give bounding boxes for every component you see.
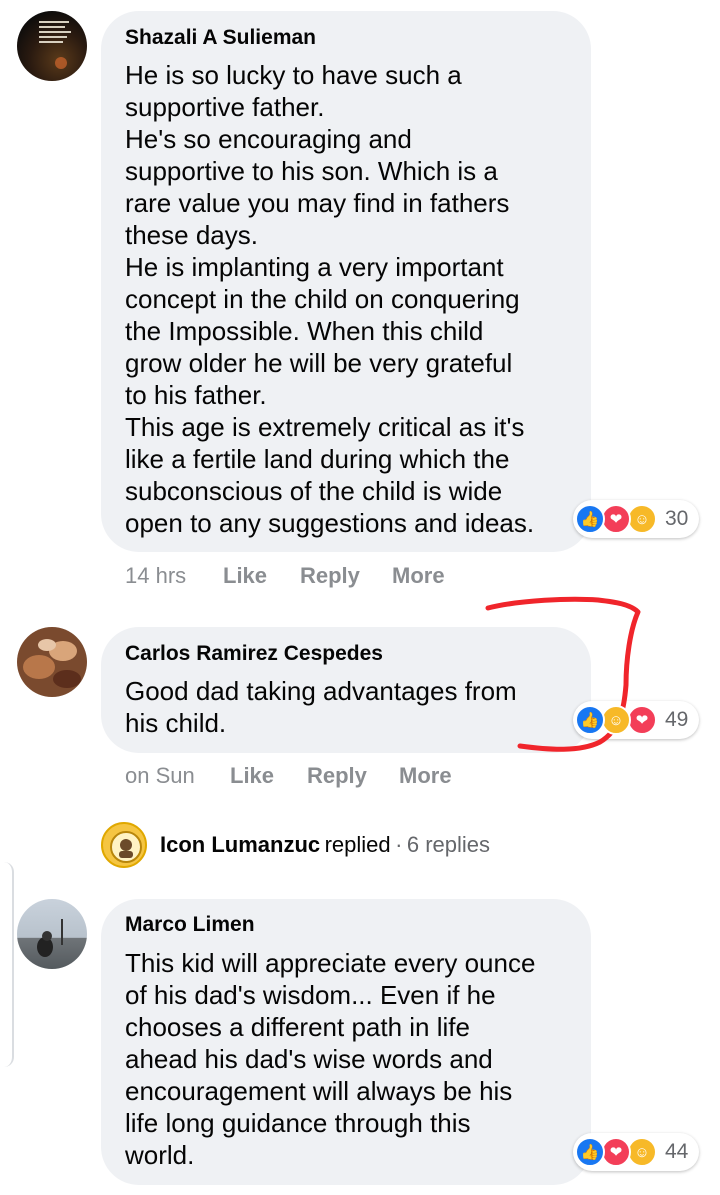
comment-body: This kid will appreciate every ounce of … — [125, 947, 535, 1171]
reaction-summary[interactable]: 👍 ❤ ☺ 44 — [573, 1133, 699, 1171]
comment-bubble: Marco Limen This kid will appreciate eve… — [101, 899, 591, 1185]
care-reaction-icon: ☺ — [627, 504, 657, 534]
reaction-count: 49 — [665, 708, 689, 731]
like-reaction-icon: 👍 — [575, 1137, 605, 1167]
emblem-icon — [110, 831, 142, 863]
love-reaction-icon: ❤ — [601, 504, 631, 534]
comment-author[interactable]: Carlos Ramirez Cespedes — [125, 642, 383, 666]
comment-line: He is so lucky to have such a — [125, 60, 462, 90]
replies-summary[interactable]: Icon Lumanzuc replied · 6 replies — [101, 822, 601, 872]
like-reaction-icon: 👍 — [575, 504, 605, 534]
comment-line: This age is extremely critical as it's — [125, 412, 525, 442]
like-button[interactable]: Like — [230, 763, 274, 789]
comment-line: He's so encouraging and — [125, 124, 412, 154]
comment-bubble: Shazali A Sulieman He is so lucky to hav… — [101, 11, 591, 552]
avatar[interactable] — [17, 11, 87, 81]
more-button[interactable]: More — [399, 763, 452, 789]
comment-timestamp[interactable]: 14 hrs — [125, 563, 186, 589]
comment-line: subconscious of the child is wide — [125, 476, 503, 506]
comment-line: chooses a different path in life — [125, 1012, 470, 1042]
comment-line: supportive to his son. Which is a — [125, 156, 498, 186]
comment-line: grow older he will be very grateful — [125, 348, 513, 378]
reaction-summary[interactable]: 👍 ☺ ❤ 49 — [573, 701, 699, 739]
more-button[interactable]: More — [392, 563, 445, 589]
comment-line: these days. — [125, 220, 258, 250]
comment-line: encouragement will always be his — [125, 1076, 513, 1106]
like-button[interactable]: Like — [223, 563, 267, 589]
reply-count[interactable]: 6 replies — [407, 832, 490, 857]
avatar[interactable] — [17, 899, 87, 969]
comment-body: He is so lucky to have such a supportive… — [125, 59, 534, 539]
avatar-image — [37, 919, 63, 957]
comment-line: of his dad's wisdom... Even if he — [125, 980, 496, 1010]
thread-line — [0, 862, 14, 1067]
haha-reaction-icon: ☺ — [601, 705, 631, 735]
comment-line: rare value you may find in fathers — [125, 188, 510, 218]
comment-line: ahead his dad's wise words and — [125, 1044, 493, 1074]
avatar[interactable] — [101, 822, 147, 868]
comment-line: to his father. — [125, 380, 267, 410]
like-reaction-icon: 👍 — [575, 705, 605, 735]
reaction-count: 44 — [665, 1140, 689, 1163]
avatar-image — [23, 639, 81, 688]
red-annotation-bracket — [485, 596, 641, 752]
reaction-summary[interactable]: 👍 ❤ ☺ 30 — [573, 500, 699, 538]
comment-line: concept in the child on conquering — [125, 284, 520, 314]
reply-verb: replied — [324, 832, 391, 857]
comment-line: This kid will appreciate every ounce — [125, 948, 536, 978]
comment-body: Good dad taking advantages from his chil… — [125, 675, 517, 739]
comment-line: the Impossible. When this child — [125, 316, 484, 346]
avatar[interactable] — [17, 627, 87, 697]
comment-line: Good dad taking advantages from — [125, 676, 517, 706]
care-reaction-icon: ☺ — [627, 1137, 657, 1167]
love-reaction-icon: ❤ — [627, 705, 657, 735]
comment-line: his child. — [125, 708, 227, 738]
reply-author[interactable]: Icon Lumanzuc — [160, 832, 320, 857]
comment-line: open to any suggestions and ideas. — [125, 508, 535, 538]
comment-author[interactable]: Marco Limen — [125, 913, 255, 937]
comment-line: like a fertile land during which the — [125, 444, 510, 474]
reaction-count: 30 — [665, 507, 689, 530]
comment-author[interactable]: Shazali A Sulieman — [125, 26, 316, 50]
comment-line: supportive father. — [125, 92, 325, 122]
comment-line: world. — [125, 1140, 195, 1170]
reply-button[interactable]: Reply — [300, 563, 360, 589]
reply-separator: · — [395, 832, 403, 857]
avatar-quote-image — [39, 21, 71, 69]
love-reaction-icon: ❤ — [601, 1137, 631, 1167]
comment-line: He is implanting a very important — [125, 252, 504, 282]
comment-timestamp[interactable]: on Sun — [125, 763, 195, 789]
reply-button[interactable]: Reply — [307, 763, 367, 789]
comment-line: life long guidance through this — [125, 1108, 471, 1138]
